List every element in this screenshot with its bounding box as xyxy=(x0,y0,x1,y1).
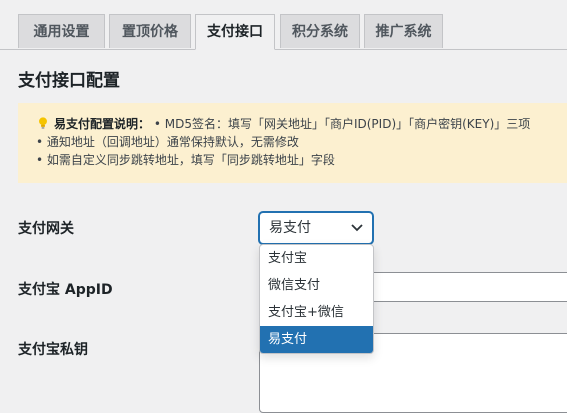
notice-line-1: • MD5签名：填写「网关地址」「商户ID(PID)」「商户密钥(KEY)」三项 xyxy=(153,117,531,131)
lightbulb-icon xyxy=(39,117,47,129)
tab-pin-price[interactable]: 置顶价格 xyxy=(109,14,191,48)
alipay-private-key-label: 支付宝私钥 xyxy=(18,342,88,358)
tab-promotion-system[interactable]: 推广系统 xyxy=(364,14,443,48)
chevron-down-icon xyxy=(351,224,363,232)
option-wechat-pay[interactable]: 微信支付 xyxy=(260,272,373,299)
info-notice: 易支付配置说明： • MD5签名：填写「网关地址」「商户ID(PID)」「商户密… xyxy=(18,103,567,183)
notice-line-3: • 如需自定义同步跳转地址，填写「同步跳转地址」字段 xyxy=(36,153,335,167)
settings-tab-bar: 通用设置 置顶价格 支付接口 积分系统 推广系统 xyxy=(0,0,567,50)
tab-payment-interface[interactable]: 支付接口 xyxy=(195,14,275,50)
alipay-appid-label: 支付宝 AppID xyxy=(18,282,113,298)
option-alipay[interactable]: 支付宝 xyxy=(260,245,373,272)
gateway-select-value: 易支付 xyxy=(269,220,311,236)
section-title: 支付接口配置 xyxy=(18,71,120,91)
gateway-options-dropdown: 支付宝 微信支付 支付宝+微信 易支付 xyxy=(259,244,374,354)
gateway-select[interactable]: 易支付 xyxy=(259,212,373,244)
notice-line-2: • 通知地址（回调地址）通常保持默认，无需修改 xyxy=(36,135,299,149)
notice-title: 易支付配置说明： xyxy=(54,117,151,131)
tab-general-settings[interactable]: 通用设置 xyxy=(18,14,105,48)
gateway-label: 支付网关 xyxy=(18,221,74,237)
option-epay[interactable]: 易支付 xyxy=(260,326,373,353)
tab-points-system[interactable]: 积分系统 xyxy=(280,14,360,48)
option-alipay-wechat[interactable]: 支付宝+微信 xyxy=(260,299,373,326)
